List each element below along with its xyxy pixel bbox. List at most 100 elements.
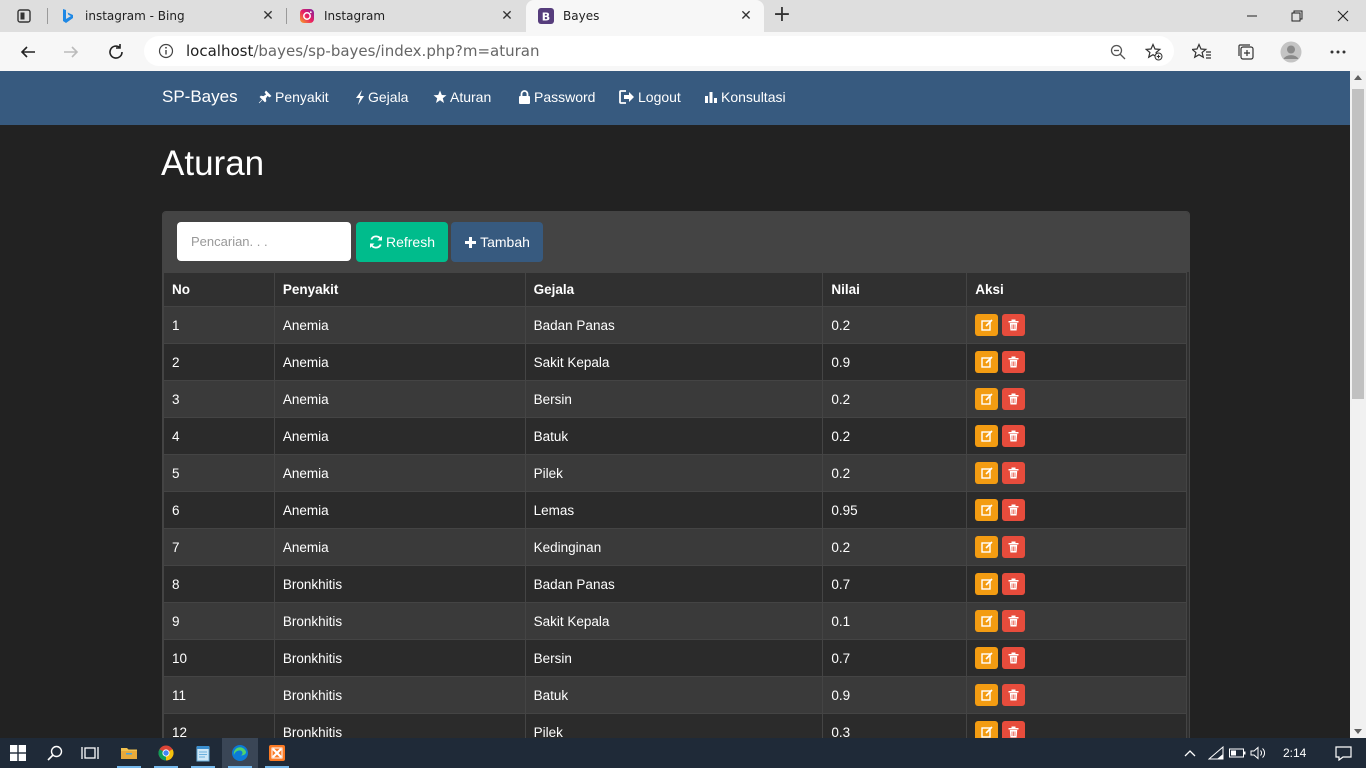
column-header: Aksi [966,272,1187,307]
disease-cell: Anemia [273,528,526,566]
close-window-icon[interactable] [1320,0,1366,32]
actions-cell [966,491,1187,529]
pushpin-icon [258,90,272,104]
edge-icon[interactable] [222,738,258,768]
actions-cell [966,639,1187,677]
task-view-icon[interactable] [72,738,108,768]
edit-icon [981,578,993,590]
more-options-icon[interactable] [1327,41,1349,63]
close-tab-icon[interactable]: ✕ [736,8,756,24]
search-icon[interactable] [37,738,73,768]
url-path: /bayes/sp-bayes/index.php?m=aturan [253,42,540,60]
edit-button[interactable] [975,536,999,558]
svg-text:B: B [542,11,550,24]
refresh-icon [369,235,382,249]
add-button[interactable]: Tambah [451,222,543,262]
close-tab-icon[interactable]: ✕ [258,8,278,24]
show-hidden-icons-icon[interactable] [1181,749,1199,757]
volume-icon[interactable] [1247,746,1269,760]
chrome-icon[interactable] [148,738,184,768]
favorites-icon[interactable] [1191,41,1213,63]
search-input[interactable] [177,222,351,261]
zoom-icon[interactable] [1107,41,1129,63]
nav-label: Konsultasi [721,89,786,105]
site-info-icon[interactable] [158,43,174,59]
edit-button[interactable] [975,351,999,373]
profile-avatar-icon[interactable] [1280,41,1302,63]
edit-button[interactable] [975,388,999,410]
restore-icon[interactable] [1274,0,1320,32]
table-row: 12 Bronkhitis Pilek 0.3 [163,713,1187,738]
nav-aturan[interactable]: Aturan [433,89,491,105]
nav-label: Gejala [368,89,409,105]
delete-button[interactable] [1002,499,1026,521]
top-navbar: SP-Bayes Penyakit Gejala Aturan Password… [0,71,1350,125]
close-tab-icon[interactable]: ✕ [497,8,517,24]
minimize-icon[interactable] [1229,0,1275,32]
table-row: 8 Bronkhitis Badan Panas 0.7 [163,565,1187,603]
delete-button[interactable] [1002,425,1026,447]
network-icon[interactable] [1205,746,1227,760]
edit-button[interactable] [975,314,999,336]
tab-bing[interactable]: instagram - Bing ✕ [48,0,286,32]
edit-button[interactable] [975,425,999,447]
delete-button[interactable] [1002,610,1026,632]
tab-actions-icon[interactable] [8,6,40,26]
nav-logout[interactable]: Logout [619,89,681,105]
nav-penyakit[interactable]: Penyakit [258,89,329,105]
battery-icon[interactable] [1227,748,1247,758]
refresh-button[interactable]: Refresh [356,222,448,262]
actions-cell [966,602,1187,640]
delete-button[interactable] [1002,314,1026,336]
row-number: 11 [163,676,275,714]
file-explorer-icon[interactable] [111,738,147,768]
scroll-thumb[interactable] [1352,89,1364,399]
delete-button[interactable] [1002,536,1026,558]
notification-center-icon[interactable] [1329,745,1357,761]
new-tab-icon[interactable]: + [770,4,794,28]
delete-button[interactable] [1002,351,1026,373]
notepad-icon[interactable] [185,738,221,768]
delete-button[interactable] [1002,684,1026,706]
symptom-cell: Sakit Kepala [524,602,824,640]
xampp-icon[interactable] [259,738,295,768]
table-row: 4 Anemia Batuk 0.2 [163,417,1187,455]
trash-icon [1008,467,1019,479]
reload-icon[interactable] [102,38,130,66]
table-row: 6 Anemia Lemas 0.95 [163,491,1187,529]
url-field[interactable]: localhost /bayes/sp-bayes/index.php?m=at… [144,36,1174,66]
edit-button[interactable] [975,610,999,632]
bing-icon [60,8,76,24]
delete-button[interactable] [1002,721,1026,738]
delete-button[interactable] [1002,647,1026,669]
clock[interactable]: 2:14 [1283,746,1313,760]
trash-icon [1008,689,1019,701]
nav-konsultasi[interactable]: Konsultasi [704,89,786,105]
forward-icon[interactable] [57,38,85,66]
edit-button[interactable] [975,684,999,706]
row-number: 12 [163,713,275,738]
tab-instagram[interactable]: Instagram ✕ [287,0,525,32]
delete-button[interactable] [1002,388,1026,410]
edit-button[interactable] [975,721,999,738]
disease-cell: Anemia [273,491,526,529]
scroll-down-icon[interactable] [1354,729,1362,734]
add-favorite-icon[interactable] [1143,41,1165,63]
collections-icon[interactable] [1235,41,1257,63]
symptom-cell: Bersin [524,380,824,418]
brand-link[interactable]: SP-Bayes [162,87,238,107]
edit-button[interactable] [975,462,999,484]
edit-button[interactable] [975,647,999,669]
row-number: 10 [163,639,275,677]
page-scrollbar[interactable] [1350,71,1366,738]
nav-password[interactable]: Password [518,89,595,105]
delete-button[interactable] [1002,462,1026,484]
scroll-up-icon[interactable] [1354,75,1362,80]
delete-button[interactable] [1002,573,1026,595]
start-icon[interactable] [0,738,36,768]
edit-button[interactable] [975,499,999,521]
nav-gejala[interactable]: Gejala [355,89,408,105]
back-icon[interactable] [14,38,42,66]
tab-bayes[interactable]: B Bayes ✕ [526,0,764,32]
edit-button[interactable] [975,573,999,595]
